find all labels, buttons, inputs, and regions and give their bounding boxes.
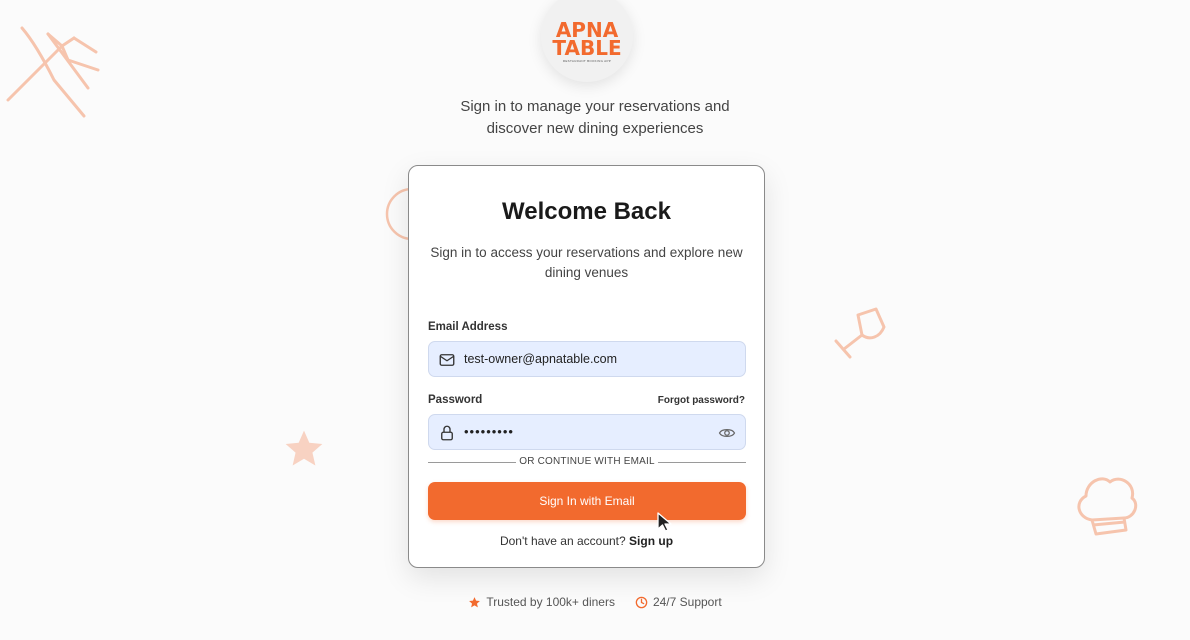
star-icon (469, 596, 481, 607)
logo-tagline: RESTAURANT BOOKING APP (562, 59, 612, 63)
trusted-text: Trusted by 100k+ diners (486, 595, 615, 609)
signin-with-email-button[interactable]: Sign In with Email (428, 482, 746, 520)
apna-table-logo: APNA TABLE RESTAURANT BOOKING APP (541, 0, 633, 82)
or-divider: OR CONTINUE WITH EMAIL (428, 456, 746, 470)
signup-prompt: Don't have an account? Sign up (409, 534, 764, 548)
trusted-badge: Trusted by 100k+ diners (468, 595, 615, 609)
mail-icon (439, 354, 455, 366)
mouse-pointer-icon (657, 512, 672, 532)
wine-glass-icon (834, 307, 886, 359)
support-text: 24/7 Support (652, 595, 722, 609)
forgot-password-link[interactable]: Forgot password? (658, 395, 745, 406)
email-label: Email Address (428, 321, 508, 333)
signin-card: Welcome Back Sign in to access your rese… (408, 165, 765, 568)
card-subtitle: Sign in to access your reservations and … (409, 243, 764, 283)
signup-prompt-text: Don't have an account? (499, 534, 626, 548)
trust-footer: Trusted by 100k+ diners 24/7 Support (0, 595, 1190, 609)
logo-text-line2: TABLE (552, 36, 622, 60)
star-decoration-icon (285, 430, 323, 466)
email-value: test-owner@apnatable.com (464, 352, 618, 366)
tagline-line1: Sign in to manage your reservations and (460, 98, 730, 115)
password-field[interactable]: ••••••••• (428, 414, 746, 450)
email-field[interactable]: test-owner@apnatable.com (428, 341, 746, 377)
lock-icon (441, 425, 453, 441)
page-tagline: Sign in to manage your reservations and … (0, 96, 1190, 140)
support-badge: 24/7 Support (635, 595, 722, 609)
clock-icon (635, 596, 648, 608)
card-title: Welcome Back (502, 198, 671, 225)
divider-line-right (658, 462, 746, 463)
tagline-line2: discover new dining experiences (486, 120, 704, 137)
card-subtitle-line2: dining venues (544, 265, 629, 280)
show-password-eye-icon[interactable] (718, 424, 736, 442)
card-subtitle-line1: Sign in to access your reservations and … (430, 245, 743, 260)
password-value: ••••••••• (464, 424, 514, 439)
signup-link[interactable]: Sign up (629, 534, 673, 548)
chef-hat-icon (1077, 477, 1138, 536)
password-label: Password (428, 394, 483, 406)
